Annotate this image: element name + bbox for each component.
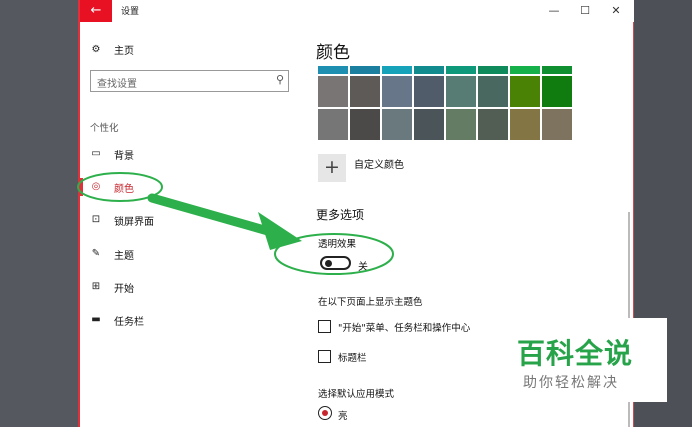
radio-light-label: 亮	[338, 411, 348, 422]
maximize-button[interactable]: ☐	[577, 3, 593, 19]
sidebar-item-label: 任务栏	[114, 316, 144, 328]
taskbar-icon: ▬	[91, 314, 101, 325]
custom-color-label: 自定义颜色	[354, 159, 404, 171]
sidebar-item-colors[interactable]: ◎ 颜色	[90, 177, 134, 197]
sidebar-home[interactable]: ⚙ 主页	[90, 42, 134, 58]
accent-strip-color[interactable]	[542, 66, 572, 74]
accent-strip-color[interactable]	[382, 66, 412, 74]
color-swatch[interactable]	[446, 76, 476, 107]
accent-color-strip	[318, 66, 572, 74]
close-button[interactable]: ✕	[608, 3, 624, 19]
color-swatch[interactable]	[510, 76, 540, 107]
plus-icon: +	[318, 154, 346, 182]
color-swatch[interactable]	[510, 109, 540, 140]
color-swatch[interactable]	[318, 109, 348, 140]
checkbox-start-label: "开始"菜单、任务栏和操作中心	[338, 323, 471, 334]
minimize-button[interactable]: —	[546, 3, 562, 19]
accent-strip-color[interactable]	[350, 66, 380, 74]
color-swatch[interactable]	[542, 76, 572, 107]
color-swatch[interactable]	[478, 76, 508, 107]
sidebar-item-label: 锁屏界面	[114, 216, 154, 228]
checkbox-titlebar-label: 标题栏	[338, 353, 367, 364]
sidebar-item-label: 开始	[114, 283, 134, 295]
desktop-background-left	[0, 0, 78, 427]
sidebar-item-taskbar[interactable]: ▬ 任务栏	[90, 310, 144, 330]
sidebar-item-background[interactable]: ▭ 背景	[90, 144, 134, 164]
accent-strip-color[interactable]	[414, 66, 444, 74]
sidebar-item-label: 颜色	[114, 183, 134, 195]
color-swatch[interactable]	[350, 76, 380, 107]
color-swatch[interactable]	[542, 109, 572, 140]
sidebar-item-label: 主题	[114, 250, 134, 262]
sidebar: ⚙ 主页 查找设置 ⚲ 个性化 ▭ 背景 ◎ 颜色 ⊡ 锁屏界面 ✎ 主题 ⊞ …	[80, 22, 300, 427]
transparency-state: 关	[358, 262, 368, 273]
transparency-toggle[interactable]	[320, 256, 351, 270]
checkbox-titlebar[interactable]	[318, 350, 331, 363]
color-swatch[interactable]	[318, 76, 348, 107]
palette-icon: ◎	[91, 181, 101, 192]
more-options-heading: 更多选项	[316, 208, 365, 222]
sidebar-item-start[interactable]: ⊞ 开始	[90, 277, 134, 297]
color-swatch[interactable]	[350, 109, 380, 140]
color-swatch[interactable]	[382, 76, 412, 107]
window-title: 设置	[121, 7, 140, 17]
sidebar-item-lock-screen[interactable]: ⊡ 锁屏界面	[90, 210, 154, 230]
color-swatch[interactable]	[414, 76, 444, 107]
search-icon[interactable]: ⚲	[276, 73, 284, 86]
section-heading-personalization: 个性化	[90, 123, 119, 134]
show-accent-label: 在以下页面上显示主题色	[318, 297, 423, 308]
checkbox-start-taskbar[interactable]	[318, 320, 331, 333]
theme-icon: ✎	[91, 248, 101, 259]
gear-icon: ⚙	[91, 43, 101, 55]
picture-icon: ▭	[91, 148, 101, 159]
toggle-knob	[325, 260, 332, 267]
sidebar-item-label: 背景	[114, 150, 134, 162]
watermark-main: 百科全说	[517, 337, 634, 370]
sidebar-home-label: 主页	[114, 46, 134, 57]
app-mode-label: 选择默认应用模式	[318, 389, 395, 400]
color-swatch[interactable]	[382, 109, 412, 140]
color-swatch[interactable]	[414, 109, 444, 140]
watermark-sub: 助你轻松解决	[523, 375, 619, 391]
radio-light[interactable]	[318, 406, 332, 420]
color-swatch[interactable]	[446, 109, 476, 140]
accent-strip-color[interactable]	[478, 66, 508, 74]
transparency-label: 透明效果	[318, 239, 357, 250]
back-button[interactable]: ←	[80, 0, 112, 22]
accent-strip-color[interactable]	[318, 66, 348, 74]
page-title: 颜色	[316, 43, 350, 63]
search-placeholder: 查找设置	[97, 79, 137, 90]
watermark-badge: 百科全说 助你轻松解决	[505, 318, 667, 402]
sidebar-item-themes[interactable]: ✎ 主题	[90, 244, 134, 264]
lock-screen-icon: ⊡	[91, 214, 101, 225]
accent-strip-color[interactable]	[510, 66, 540, 74]
active-indicator	[80, 178, 83, 196]
start-icon: ⊞	[91, 281, 101, 292]
color-swatch-grid	[318, 76, 572, 140]
accent-strip-color[interactable]	[446, 66, 476, 74]
title-bar: ← 设置 — ☐ ✕	[80, 0, 634, 22]
color-swatch[interactable]	[478, 109, 508, 140]
radio-selected-dot	[321, 409, 328, 416]
custom-color-button[interactable]: + 自定义颜色	[318, 154, 404, 182]
search-input[interactable]: 查找设置 ⚲	[90, 70, 289, 92]
